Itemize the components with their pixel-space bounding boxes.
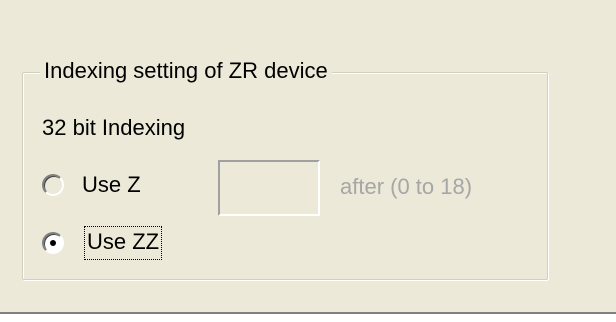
radio-selected-dot <box>50 240 56 246</box>
z-index-input[interactable] <box>220 162 318 214</box>
indexing-bits-label: 32 bit Indexing <box>42 115 186 140</box>
z-index-input-box[interactable] <box>218 160 320 216</box>
use-zz-label[interactable]: Use ZZ <box>84 226 163 260</box>
after-range-label: after (0 to 18) <box>340 174 473 199</box>
groupbox-title: Indexing setting of ZR device <box>40 58 332 84</box>
use-z-label[interactable]: Use Z <box>82 172 141 198</box>
use-zz-radio[interactable] <box>42 232 64 254</box>
panel-bottom-highlight <box>0 314 616 322</box>
use-z-radio[interactable] <box>42 174 64 196</box>
